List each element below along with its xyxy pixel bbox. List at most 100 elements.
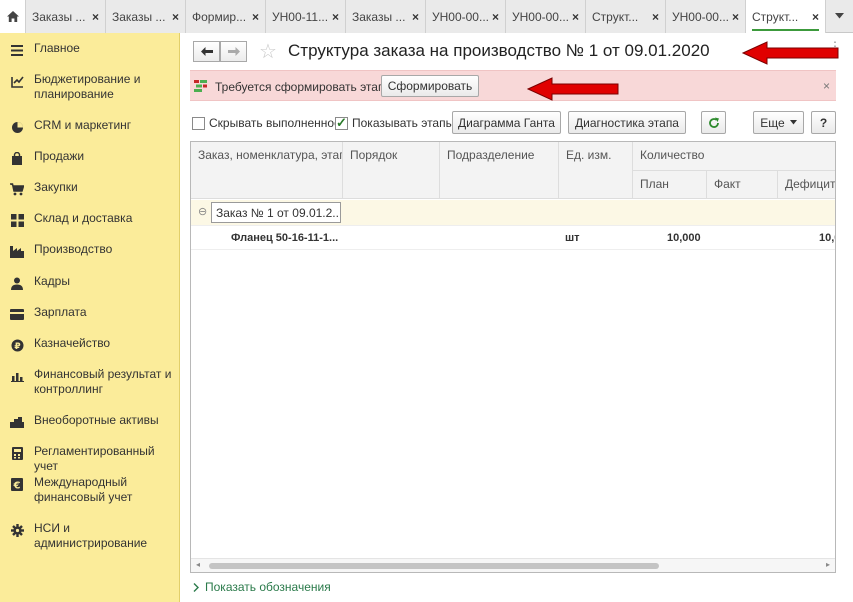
tab-7[interactable]: Структ... × (586, 0, 666, 33)
tabs-dropdown-button[interactable] (826, 0, 853, 32)
sidebar-item-production[interactable]: Производство (0, 242, 180, 259)
favorite-star-icon[interactable]: ☆ (259, 39, 277, 64)
column-header-department[interactable]: Подразделение (440, 142, 559, 199)
sidebar-item-warehouse[interactable]: Склад и доставка (0, 211, 180, 228)
sidebar-item-label: Кадры (34, 274, 70, 288)
sidebar-item-admin[interactable]: НСИ и администрирование (0, 521, 180, 551)
show-stages-checkbox[interactable]: Показывать этапы (335, 115, 455, 131)
checkbox-label: Скрывать выполненное (209, 116, 341, 130)
tab-close-icon[interactable]: × (492, 10, 499, 24)
checkbox-label: Показывать этапы (352, 116, 455, 130)
sidebar-item-label: Бюджетирование и планирование (34, 72, 141, 101)
sidebar-item-label: НСИ и администрирование (34, 521, 148, 550)
tab-label: УН00-00... (512, 9, 568, 24)
tab-label: Структ... (752, 9, 799, 24)
sidebar-item-label: Внеоборотные активы (34, 413, 159, 427)
scroll-left-icon[interactable]: ◂ (196, 560, 200, 569)
alert-bar: Требуется сформировать этапы Сформироват… (190, 70, 836, 101)
table-group-row[interactable]: ⊖ Заказ № 1 от 09.01.2... (191, 200, 835, 226)
gantt-chart-button[interactable]: Диаграмма Ганта (452, 111, 561, 134)
refresh-button[interactable] (701, 111, 726, 134)
sidebar-item-label: Финансовый результат и контроллинг (34, 367, 172, 396)
home-button[interactable] (0, 0, 26, 33)
tab-0[interactable]: Заказы ... × (26, 0, 106, 33)
arrow-left-icon (200, 47, 213, 56)
tab-4[interactable]: Заказы ... × (346, 0, 426, 33)
column-header-deficit[interactable]: Дефицит (778, 171, 835, 199)
sidebar-item-purchases[interactable]: Закупки (0, 180, 180, 197)
checkbox-box[interactable] (335, 115, 348, 131)
calculator-icon (9, 445, 25, 461)
svg-text:€: € (13, 480, 21, 491)
chevron-right-icon (193, 582, 199, 592)
tab-close-icon[interactable]: × (332, 10, 339, 24)
tab-1[interactable]: Заказы ... × (106, 0, 186, 33)
tab-5[interactable]: УН00-00... × (426, 0, 506, 33)
tab-8[interactable]: УН00-00... × (666, 0, 746, 33)
tab-2[interactable]: Формир... × (186, 0, 266, 33)
sidebar-item-budgeting[interactable]: Бюджетирование и планирование (0, 72, 180, 102)
cell-deficit: 10,0 (819, 232, 835, 244)
tab-close-icon[interactable]: × (172, 10, 179, 24)
more-menu-button[interactable]: Еще (753, 111, 804, 134)
sidebar-item-financial-result[interactable]: Финансовый результат и контроллинг (0, 367, 180, 397)
gear-icon (9, 522, 25, 538)
table-row[interactable]: Фланец 50-16-11-1... шт 10,000 10,0 (191, 227, 835, 250)
group-row-label[interactable]: Заказ № 1 от 09.01.2... (211, 202, 341, 223)
sidebar-item-crm[interactable]: CRM и маркетинг (0, 118, 180, 135)
hide-completed-checkbox[interactable]: Скрывать выполненное (192, 116, 341, 130)
sidebar-item-main[interactable]: Главное (0, 41, 180, 58)
page-title: Структура заказа на производство № 1 от … (288, 41, 710, 60)
column-header-plan[interactable]: План (633, 171, 707, 199)
sidebar-item-label: Казначейство (34, 336, 111, 350)
sidebar-item-regulated-accounting[interactable]: Регламентированный учет (0, 444, 180, 474)
column-header-fact[interactable]: Факт (707, 171, 778, 199)
show-legend-link[interactable]: Показать обозначения (193, 580, 331, 594)
sidebar-item-fixed-assets[interactable]: Внеоборотные активы (0, 413, 180, 430)
tab-6[interactable]: УН00-00... × (506, 0, 586, 33)
tab-close-icon[interactable]: × (412, 10, 419, 24)
column-header-unit[interactable]: Ед. изм. (559, 142, 633, 199)
horizontal-scrollbar[interactable]: ◂ ▸ (191, 558, 835, 572)
sidebar-item-label: Главное (34, 41, 80, 55)
tab-close-icon[interactable]: × (92, 10, 99, 24)
tab-close-icon[interactable]: × (732, 10, 739, 24)
sidebar-item-salary[interactable]: Зарплата (0, 305, 180, 322)
checkbox-box[interactable] (192, 116, 205, 130)
alert-close-icon[interactable]: × (823, 79, 830, 93)
tab-close-icon[interactable]: × (652, 10, 659, 24)
forward-button[interactable] (220, 41, 247, 62)
column-header-quantity[interactable]: Количество (633, 142, 835, 171)
back-button[interactable] (193, 41, 220, 62)
sidebar-item-hr[interactable]: Кадры (0, 274, 180, 291)
column-header-sequence[interactable]: Порядок (343, 142, 440, 199)
wallet-icon (9, 306, 25, 322)
tab-label: УН00-00... (432, 9, 488, 24)
scroll-right-icon[interactable]: ▸ (826, 560, 830, 569)
svg-text:₽: ₽ (14, 342, 20, 352)
scrollbar-thumb[interactable] (209, 563, 659, 569)
tab-close-icon[interactable]: × (252, 10, 259, 24)
tab-9-active[interactable]: Структ... × (746, 0, 826, 33)
help-button[interactable]: ? (811, 111, 836, 134)
person-icon (9, 275, 25, 291)
sidebar-item-treasury[interactable]: ₽ Казначейство (0, 336, 180, 353)
arrow-right-icon (227, 47, 240, 56)
tab-close-icon[interactable]: × (572, 10, 579, 24)
tab-label: Структ... (592, 9, 639, 24)
euro-icon: € (9, 476, 25, 492)
column-header-order[interactable]: Заказ, номенклатура, этап (191, 142, 343, 199)
tab-3[interactable]: УН00-11... × (266, 0, 346, 33)
collapse-toggle-icon[interactable]: ⊖ (198, 205, 207, 218)
sidebar-item-sales[interactable]: Продажи (0, 149, 180, 166)
stage-diagnostics-button[interactable]: Диагностика этапа (568, 111, 686, 134)
alert-text: Требуется сформировать этапы (215, 80, 394, 94)
sidebar-item-international-accounting[interactable]: € Международный финансовый учет (0, 475, 180, 505)
form-stages-button[interactable]: Сформировать (381, 75, 479, 97)
tab-label: УН00-11... (272, 9, 328, 24)
sidebar-item-label: Производство (34, 242, 113, 256)
stages-icon (194, 80, 207, 92)
tab-close-icon[interactable]: × (812, 10, 819, 24)
sidebar: Главное Бюджетирование и планирование CR… (0, 33, 180, 602)
budget-icon (9, 73, 25, 89)
